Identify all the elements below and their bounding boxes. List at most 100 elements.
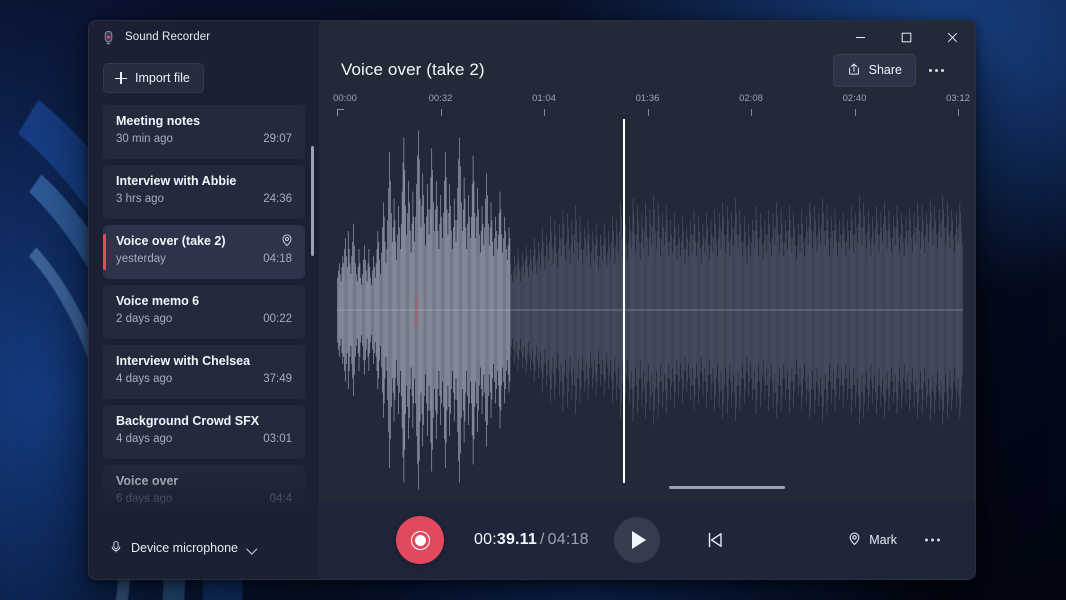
waveform-horizontal-scrollbar[interactable] (669, 486, 785, 489)
page-title: Voice over (take 2) (341, 60, 485, 79)
recording-timestamp: 3 hrs ago (116, 193, 164, 205)
ruler-tick-mark (544, 109, 545, 116)
more-dot (931, 538, 934, 542)
sidebar-footer: Device microphone (89, 517, 319, 579)
skip-back-icon (708, 532, 722, 548)
recording-timestamp: yesterday (116, 253, 166, 265)
recording-timestamp: 6 days ago (116, 493, 173, 505)
more-dot (941, 68, 944, 72)
waveform-canvas[interactable] (337, 119, 963, 501)
record-button[interactable] (396, 516, 444, 564)
skip-back-button[interactable] (702, 529, 728, 551)
playhead[interactable] (622, 119, 625, 483)
recording-timestamp: 4 days ago (116, 433, 173, 445)
recording-timestamp: 4 days ago (116, 373, 173, 385)
transport-more-options-button[interactable] (918, 531, 947, 550)
recording-duration: 24:36 (263, 193, 292, 205)
time-separator: / (540, 531, 545, 548)
recording-timestamp: 30 min ago (116, 133, 173, 145)
recording-meta: 4 days ago 03:01 (116, 433, 292, 445)
more-dot (929, 68, 932, 72)
recording-list-item[interactable]: Background Crowd SFX 4 days ago 03:01 (103, 405, 305, 459)
recording-list-item[interactable]: Voice over 6 days ago 04:4 (103, 465, 305, 517)
ruler-tick-label: 03:12 (946, 93, 970, 104)
recording-list-item[interactable]: Interview with Chelsea 4 days ago 37:49 (103, 345, 305, 399)
play-button[interactable] (614, 517, 660, 563)
recording-duration: 04:4 (269, 493, 292, 505)
ruler-tick-mark (854, 109, 856, 116)
timeline-ruler[interactable]: 00:0000:3201:0401:3602:0802:4003:1203:44… (333, 93, 970, 119)
record-icon (410, 530, 430, 550)
more-dot (925, 538, 928, 542)
recording-name: Voice over (take 2) (116, 234, 226, 248)
recording-name: Interview with Chelsea (116, 354, 251, 368)
ruler-tick-label: 02:08 (739, 93, 763, 104)
recording-timestamp: 2 days ago (116, 313, 173, 325)
header-more-options-button[interactable] (922, 61, 951, 80)
recording-meta: 4 days ago 37:49 (116, 373, 292, 385)
recordings-list[interactable]: Meeting notes 30 min ago 29:07 Interview wi… (89, 101, 319, 517)
minimize-button[interactable] (837, 21, 883, 53)
device-microphone-selector[interactable]: Device microphone (103, 535, 263, 562)
ruler-tick-label: 02:40 (842, 93, 867, 104)
maximize-button[interactable] (883, 21, 929, 53)
ruler-tick-mark (958, 109, 959, 116)
recording-meta: 2 days ago 00:22 (116, 313, 292, 325)
import-file-label: Import file (135, 71, 190, 85)
import-section: Import file (89, 53, 319, 101)
mark-button[interactable]: Mark (841, 525, 903, 555)
share-label: Share (868, 63, 902, 77)
recording-meta: 3 hrs ago 24:36 (116, 193, 292, 205)
location-pin-icon[interactable] (280, 233, 294, 247)
recording-duration: 37:49 (263, 373, 292, 385)
current-time-prefix: 00: (474, 531, 497, 548)
sound-recorder-window: Sound Recorder Import file Meeting notes… (88, 20, 976, 580)
close-button[interactable] (929, 21, 975, 53)
more-dot (935, 68, 938, 72)
recording-name: Voice over (116, 474, 179, 488)
current-time: 00:39.11 (474, 531, 537, 548)
sidebar-scrollbar[interactable] (311, 146, 314, 256)
ruler-tick-label: 01:04 (532, 93, 556, 104)
microphone-icon (109, 540, 123, 557)
recording-duration: 03:01 (263, 433, 292, 445)
recording-duration: 00:22 (263, 313, 292, 325)
ruler-tick-mark (751, 109, 752, 116)
recording-name: Background Crowd SFX (116, 414, 260, 428)
ruler-tick-label: 00:32 (428, 93, 453, 104)
recording-duration: 04:18 (263, 253, 292, 265)
microphone-app-icon (101, 30, 116, 45)
ruler-tick-mark (440, 109, 442, 116)
recording-meta: 6 days ago 04:4 (116, 493, 292, 505)
chevron-down-icon (248, 544, 257, 553)
recording-list-item[interactable]: Meeting notes 30 min ago 29:07 (103, 105, 305, 159)
recording-name: Meeting notes (116, 114, 201, 128)
recording-list-item[interactable]: Voice over (take 2) yesterday 04:18 (103, 225, 305, 279)
record-dot (414, 534, 426, 546)
import-file-button[interactable]: Import file (103, 63, 204, 93)
mark-label: Mark (869, 533, 897, 547)
recording-meta: yesterday 04:18 (116, 253, 292, 265)
main-pane: Voice over (take 2) Share 00:00 00:32 01… (319, 21, 975, 579)
current-time-value: 39.11 (496, 531, 537, 548)
window-titlebar[interactable]: Sound Recorder (89, 21, 319, 53)
sidebar: Sound Recorder Import file Meeting notes… (89, 21, 319, 579)
recording-name: Voice memo 6 (116, 294, 200, 308)
ruler-tick-label: 01:36 (635, 93, 660, 104)
plus-icon (115, 72, 127, 84)
recording-list-item[interactable]: Interview with Abbie 3 hrs ago 24:36 (103, 165, 305, 219)
app-title: Sound Recorder (125, 31, 211, 43)
ruler-start-bracket (337, 109, 344, 116)
more-dot (937, 538, 940, 542)
play-icon (632, 531, 646, 549)
waveform-graphic (337, 130, 963, 490)
time-display: 00:39.11/04:18 (474, 531, 589, 549)
device-microphone-label: Device microphone (131, 541, 238, 555)
location-pin-icon (847, 531, 862, 549)
share-button[interactable]: Share (832, 53, 916, 87)
ruler-tick-mark (647, 109, 649, 116)
recording-duration: 29:07 (263, 133, 292, 145)
waveform-area[interactable] (319, 119, 975, 501)
ruler-tick-label: 00:00 (333, 93, 357, 104)
recording-list-item[interactable]: Voice memo 6 2 days ago 00:22 (103, 285, 305, 339)
